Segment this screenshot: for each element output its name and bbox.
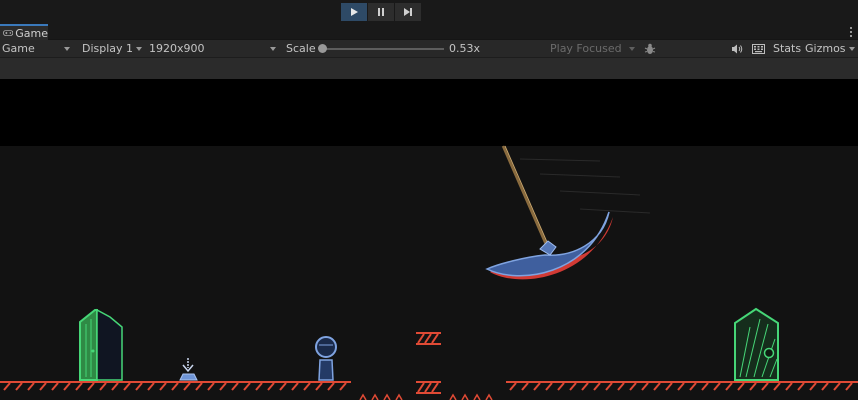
- chevron-down-icon: [64, 47, 70, 51]
- gizmos-button[interactable]: Gizmos: [805, 40, 846, 58]
- exit-door-icon: [734, 307, 779, 381]
- step-button[interactable]: [395, 3, 422, 21]
- scale-value: 0.53x: [449, 42, 481, 55]
- top-toolbar: [0, 0, 858, 24]
- chevron-down-icon: [849, 47, 855, 51]
- display-dropdown[interactable]: Display 1: [82, 40, 133, 58]
- chevron-down-icon: [629, 47, 635, 51]
- view-mode-dropdown[interactable]: Game: [2, 40, 35, 58]
- keyboard-icon[interactable]: [752, 44, 765, 54]
- stats-button[interactable]: Stats: [773, 40, 801, 58]
- toolbar-spacer: [0, 58, 858, 79]
- chevron-down-icon: [270, 47, 276, 51]
- game-toolbar: Game Display 1 1920x900 Scale 0.53x Play…: [0, 40, 858, 58]
- step-icon: [404, 8, 412, 16]
- bug-icon[interactable]: [644, 43, 656, 55]
- resolution-dropdown[interactable]: 1920x900: [149, 40, 205, 58]
- gamepad-icon: [3, 30, 14, 36]
- speaker-icon[interactable]: [731, 44, 743, 54]
- play-icon: [351, 8, 358, 16]
- play-mode-dropdown[interactable]: Play Focused: [550, 40, 622, 58]
- more-options-icon[interactable]: [848, 25, 854, 39]
- game-scene: [0, 145, 858, 400]
- scale-slider-track[interactable]: [322, 48, 444, 50]
- play-controls: [341, 3, 422, 21]
- chevron-down-icon: [136, 47, 142, 51]
- tab-label: Game: [15, 26, 48, 40]
- scale-label: Scale: [286, 42, 316, 55]
- play-area-background: [0, 146, 858, 400]
- play-button[interactable]: [341, 3, 368, 21]
- scale-slider-handle[interactable]: [318, 44, 327, 53]
- pause-button[interactable]: [368, 3, 395, 21]
- game-viewport[interactable]: [0, 79, 858, 400]
- tab-game[interactable]: Game: [0, 24, 48, 40]
- tab-bar: Game: [0, 24, 858, 40]
- pause-icon: [378, 8, 384, 16]
